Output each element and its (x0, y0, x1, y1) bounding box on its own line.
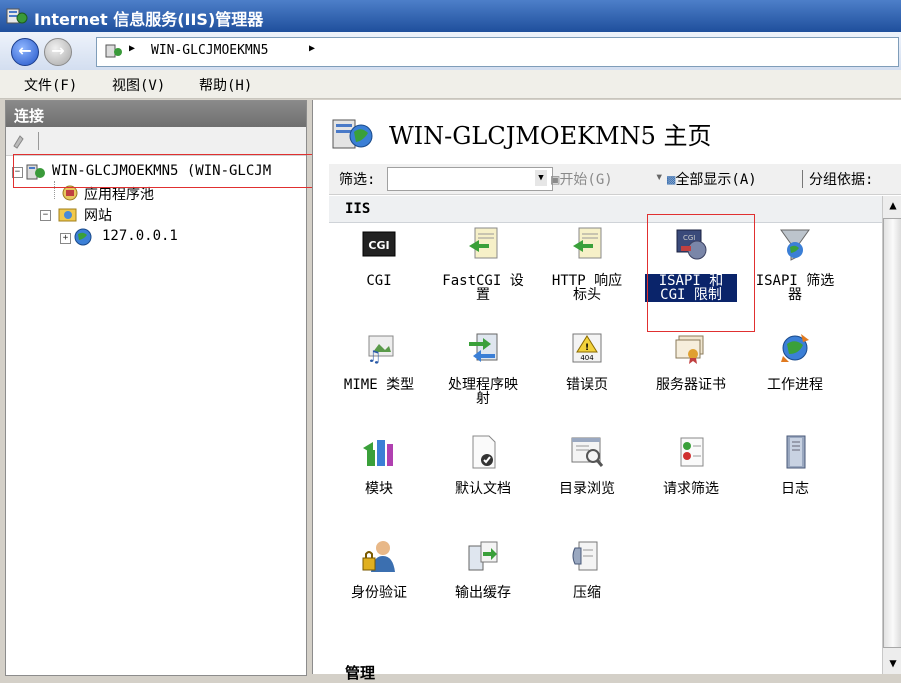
back-button[interactable]: ← (11, 38, 39, 66)
section-header-manage: 管理 (345, 664, 376, 682)
show-all-button[interactable]: ▩全部显示(A) (667, 169, 757, 189)
svg-text:CGI: CGI (368, 239, 389, 252)
feature-label: 模块 (365, 481, 393, 497)
group-by-label[interactable]: 分组依据: (809, 169, 873, 189)
feature-label: 日志 (781, 481, 809, 497)
isapi-filter-icon (780, 229, 810, 261)
feature-label: ISAPI 筛选 器 (755, 273, 835, 303)
authentication-icon (362, 541, 395, 572)
section-title-iis: IIS (345, 201, 371, 217)
page-title: WIN-GLCJMOEKMN5 主页 (389, 122, 712, 150)
modules-icon (363, 440, 393, 466)
feature-label: 错误页 (566, 377, 608, 393)
feature-label: 工作进程 (767, 377, 823, 393)
menu-bar: 文件(F) 视图(V) 帮助(H) (0, 70, 901, 99)
cgi-icon: CGI (362, 231, 396, 257)
menu-file[interactable]: 文件(F) (24, 75, 77, 95)
feature-label: MIME 类型 (343, 377, 415, 393)
tree-item-sites[interactable]: − 网站 (40, 205, 280, 225)
logging-icon (786, 435, 806, 469)
forward-button[interactable]: → (44, 38, 72, 66)
error-badge-text: 404 (580, 354, 594, 362)
connections-toolbar (6, 127, 306, 156)
separator-dropdown-icon[interactable]: ▾ (655, 169, 663, 185)
handler-mapping-icon (469, 333, 498, 362)
default-document-icon (472, 435, 496, 469)
expand-icon[interactable]: + (60, 233, 71, 244)
vertical-scrollbar[interactable]: ▲ ▼ (882, 196, 901, 674)
compression-icon (572, 541, 598, 571)
address-bar: ← → ▶ WIN-GLCJMOEKMN5 ▶ (0, 32, 901, 71)
breadcrumb-arrow-icon[interactable]: ▶ (129, 43, 135, 54)
show-all-label: 全部显示(A) (675, 172, 757, 188)
output-cache-icon (468, 541, 498, 571)
svg-text:♫: ♫ (367, 347, 381, 366)
menu-help[interactable]: 帮助(H) (199, 75, 252, 95)
window-title: Internet 信息服务(IIS)管理器 (34, 10, 264, 29)
feature-label: CGI (366, 273, 392, 289)
sites-folder-icon (58, 208, 77, 222)
features-grid: CGI CGI FastCGI 设 置 HTTP 响应 标头 CGI ISAPI… (333, 226, 873, 662)
annotation-highlight-server (13, 154, 359, 188)
connections-header: 连接 (6, 101, 306, 127)
address-field[interactable]: ▶ WIN-GLCJMOEKMN5 ▶ (96, 37, 899, 67)
scroll-up-icon[interactable]: ▲ (883, 196, 901, 214)
collapse-icon[interactable]: − (40, 210, 51, 221)
iis-manager-icon (6, 8, 28, 24)
breadcrumb-server[interactable]: WIN-GLCJMOEKMN5 (151, 43, 268, 58)
server-icon (105, 44, 122, 58)
certificate-icon (675, 335, 704, 364)
breadcrumb-chevron-icon[interactable]: ▶ (309, 43, 315, 54)
forward-arrow-icon: → (51, 41, 65, 60)
fastcgi-icon (469, 227, 498, 259)
feature-label: 压缩 (573, 585, 601, 601)
home-pane: WIN-GLCJMOEKMN5 主页 筛选: ▼ ▣开始(G) ▾ ▩全部显示(… (312, 100, 901, 682)
directory-browsing-icon (571, 437, 604, 467)
menu-view[interactable]: 视图(V) (112, 75, 165, 95)
server-home-icon (332, 119, 373, 149)
http-headers-icon (573, 227, 602, 259)
feature-label: 请求筛选 (663, 481, 719, 497)
connect-icon[interactable] (11, 133, 29, 149)
feature-label: 服务器证书 (656, 377, 726, 393)
error-page-icon: !404 (572, 333, 602, 363)
scroll-thumb[interactable] (883, 218, 901, 648)
worker-process-icon (781, 334, 809, 362)
tree-label-site[interactable]: 127.0.0.1 (102, 228, 178, 244)
feature-label: 目录浏览 (559, 481, 615, 497)
filter-bar: 筛选: ▼ ▣开始(G) ▾ ▩全部显示(A) 分组依据: (329, 164, 901, 195)
globe-icon (74, 228, 92, 246)
svg-text:!: ! (585, 343, 589, 353)
toolbar-separator (802, 170, 803, 188)
feature-label: 处理程序映 射 (448, 377, 518, 407)
connections-title: 连接 (14, 107, 45, 125)
back-arrow-icon: ← (18, 41, 32, 60)
start-label: 开始(G) (559, 172, 613, 188)
feature-label: FastCGI 设 置 (442, 273, 524, 303)
toolbar-separator (38, 132, 39, 150)
start-button[interactable]: ▣开始(G) (551, 169, 613, 189)
feature-label: 身份验证 (351, 585, 407, 601)
filter-label: 筛选: (339, 172, 376, 188)
section-header-iis: IIS (329, 196, 882, 223)
tree-item-site[interactable]: + 127.0.0.1 (60, 228, 290, 248)
title-bar: Internet 信息服务(IIS)管理器 (0, 0, 901, 32)
annotation-highlight-isapi (647, 214, 755, 332)
mime-icon: ♫ (367, 335, 394, 366)
feature-label: 默认文档 (455, 481, 511, 497)
feature-label: HTTP 响应 标头 (551, 273, 623, 303)
filter-dropdown-icon[interactable]: ▼ (535, 170, 547, 186)
feature-label: 输出缓存 (455, 585, 511, 601)
scroll-down-icon[interactable]: ▼ (883, 654, 901, 672)
filter-input[interactable] (387, 167, 553, 191)
request-filtering-icon (680, 437, 704, 467)
tree-label-sites[interactable]: 网站 (84, 205, 112, 225)
